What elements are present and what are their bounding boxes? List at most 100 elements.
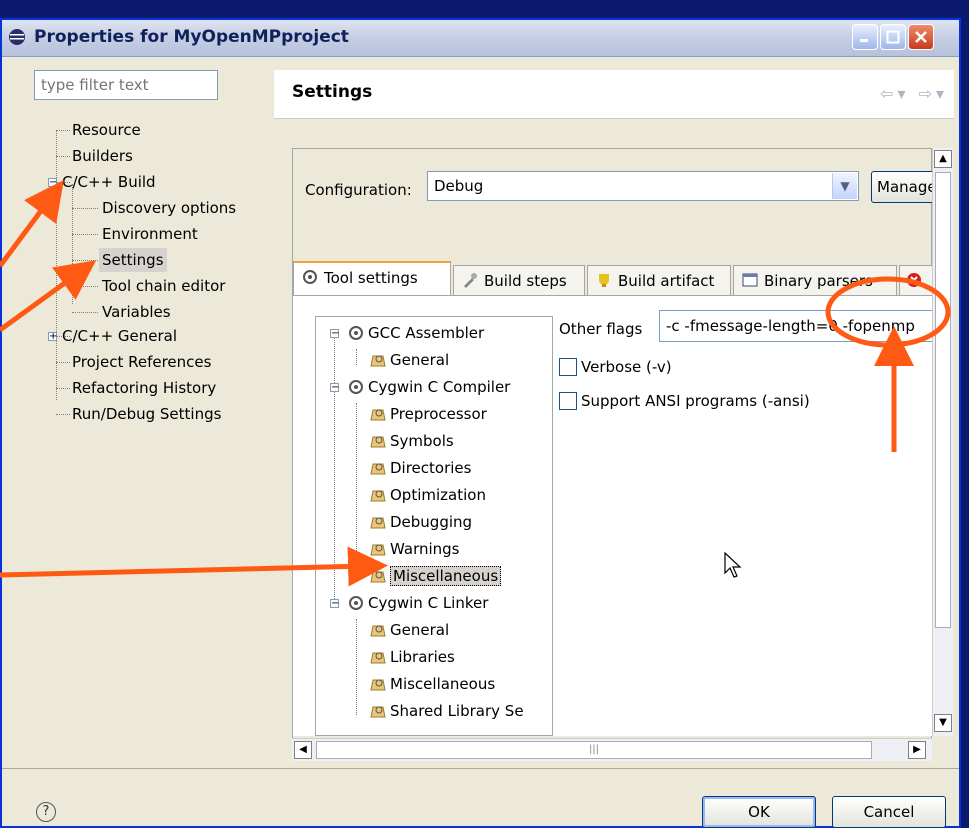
scroll-right-icon[interactable]: ▶ bbox=[908, 741, 926, 759]
tree-item-environment[interactable]: Environment bbox=[102, 222, 198, 246]
close-icon bbox=[915, 31, 927, 43]
tree-item-settings[interactable]: Settings bbox=[99, 248, 167, 272]
option-category-icon bbox=[370, 463, 386, 475]
tool-label: Warnings bbox=[390, 540, 460, 558]
tree-item-builders[interactable]: Builders bbox=[72, 144, 133, 168]
tree-item-variables[interactable]: Variables bbox=[102, 300, 171, 324]
tree-item-label: Settings bbox=[102, 251, 164, 269]
tab-binary-parsers[interactable]: Binary parsers bbox=[733, 265, 897, 295]
expand-icon[interactable]: + bbox=[48, 332, 57, 342]
tree-item-label: C/C++ Build bbox=[62, 173, 156, 191]
other-flags-label: Other flags bbox=[559, 320, 643, 338]
back-arrow-icon[interactable]: ⇦▾ bbox=[880, 84, 909, 103]
tool-optimization[interactable]: Optimization bbox=[370, 483, 486, 507]
tree-item-label: Discovery options bbox=[102, 199, 237, 217]
tool-assembler-general[interactable]: General bbox=[370, 348, 449, 372]
ansi-checkbox[interactable] bbox=[559, 392, 577, 410]
settings-content: Configuration: Debug ▼ Manage Tool setti… bbox=[292, 148, 937, 758]
tool-settings-pane: − − − GCC Assembler General Cygwin C Com… bbox=[293, 295, 935, 736]
tool-preprocessor[interactable]: Preprocessor bbox=[370, 402, 487, 426]
chevron-down-icon[interactable]: ▼ bbox=[832, 173, 857, 199]
tool-directories[interactable]: Directories bbox=[370, 456, 471, 480]
tree-item-label: Resource bbox=[72, 121, 141, 139]
tree-item-refactoring-history[interactable]: Refactoring History bbox=[72, 376, 216, 400]
close-button[interactable] bbox=[908, 24, 934, 50]
tab-error[interactable] bbox=[899, 265, 933, 295]
tab-label: Binary parsers bbox=[764, 272, 873, 290]
verbose-checkbox[interactable] bbox=[559, 358, 577, 376]
nav-arrows: ⇦▾ ⇨▾ bbox=[880, 84, 948, 103]
tree-item-cpp-build[interactable]: C/C++ Build bbox=[62, 170, 156, 194]
scroll-left-icon[interactable]: ◀ bbox=[294, 741, 312, 759]
tree-item-label: Variables bbox=[102, 303, 171, 321]
scroll-down-icon[interactable]: ▼ bbox=[934, 714, 952, 732]
maximize-button[interactable] bbox=[880, 24, 906, 50]
tab-label: Build steps bbox=[484, 272, 567, 290]
tool-label: Symbols bbox=[390, 432, 454, 450]
option-category-icon bbox=[370, 355, 386, 367]
option-category-icon bbox=[370, 490, 386, 502]
tool-cygwin-c-linker[interactable]: Cygwin C Linker bbox=[348, 591, 488, 615]
collapse-icon[interactable]: − bbox=[330, 329, 339, 339]
ansi-option[interactable]: Support ANSI programs (-ansi) bbox=[559, 390, 810, 412]
tool-warnings[interactable]: Warnings bbox=[370, 537, 460, 561]
tab-build-steps[interactable]: Build steps bbox=[453, 265, 585, 295]
tree-item-run-debug-settings[interactable]: Run/Debug Settings bbox=[72, 402, 221, 426]
tab-tool-settings[interactable]: Tool settings bbox=[293, 261, 451, 297]
tree-item-project-references[interactable]: Project References bbox=[72, 350, 211, 374]
scroll-up-icon[interactable]: ▲ bbox=[934, 150, 952, 168]
tool-label: Miscellaneous bbox=[390, 566, 502, 586]
tool-label: Shared Library Se bbox=[390, 702, 524, 720]
tree-item-tool-chain-editor[interactable]: Tool chain editor bbox=[102, 274, 225, 298]
tree-item-label: Tool chain editor bbox=[102, 277, 226, 295]
scroll-thumb[interactable] bbox=[935, 172, 951, 628]
forward-arrow-icon[interactable]: ⇨▾ bbox=[919, 84, 948, 103]
tool-icon bbox=[349, 596, 363, 610]
tool-compiler-miscellaneous[interactable]: Miscellaneous bbox=[370, 564, 502, 588]
horizontal-scrollbar[interactable]: ◀ ||| ▶ bbox=[292, 738, 932, 761]
tool-symbols[interactable]: Symbols bbox=[370, 429, 454, 453]
tool-label: Cygwin C Linker bbox=[368, 594, 489, 612]
tree-item-cpp-general[interactable]: C/C++ General bbox=[62, 324, 177, 348]
tab-build-artifact[interactable]: Build artifact bbox=[587, 265, 731, 295]
tool-gcc-assembler[interactable]: GCC Assembler bbox=[348, 321, 484, 345]
vertical-scrollbar[interactable]: ▲ ▼ bbox=[932, 148, 953, 736]
configuration-select[interactable]: Debug ▼ bbox=[427, 171, 859, 201]
tree-item-discovery-options[interactable]: Discovery options bbox=[102, 196, 236, 220]
tool-settings-icon bbox=[303, 270, 317, 284]
divider bbox=[2, 768, 959, 769]
scroll-thumb[interactable]: ||| bbox=[316, 741, 872, 759]
mouse-cursor-icon bbox=[724, 552, 742, 578]
tree-item-label: Environment bbox=[102, 225, 198, 243]
tool-label: Preprocessor bbox=[390, 405, 487, 423]
tool-libraries[interactable]: Libraries bbox=[370, 645, 455, 669]
tab-label: Build artifact bbox=[618, 272, 715, 290]
filter-input[interactable] bbox=[34, 70, 218, 100]
option-category-icon bbox=[370, 652, 386, 664]
tool-linker-general[interactable]: General bbox=[370, 618, 449, 642]
ok-button[interactable]: OK bbox=[702, 796, 816, 828]
window-title: Properties for MyOpenMPproject bbox=[34, 27, 349, 47]
option-category-icon bbox=[370, 517, 386, 529]
tool-cygwin-c-compiler[interactable]: Cygwin C Compiler bbox=[348, 375, 510, 399]
tool-linker-miscellaneous[interactable]: Miscellaneous bbox=[370, 672, 495, 696]
tool-label: Miscellaneous bbox=[390, 675, 496, 693]
minimize-button[interactable] bbox=[852, 24, 878, 50]
collapse-icon[interactable]: − bbox=[48, 178, 57, 188]
cancel-button[interactable]: Cancel bbox=[832, 796, 946, 828]
collapse-icon[interactable]: − bbox=[330, 599, 339, 609]
other-flags-input[interactable]: -c -fmessage-length=0 -fopenmp bbox=[659, 310, 935, 342]
tool-icon bbox=[349, 380, 363, 394]
tool-debugging[interactable]: Debugging bbox=[370, 510, 472, 534]
option-category-icon bbox=[370, 571, 386, 583]
minimize-icon bbox=[860, 39, 868, 42]
collapse-icon[interactable]: − bbox=[330, 383, 339, 393]
tool-label: Debugging bbox=[390, 513, 473, 531]
option-category-icon bbox=[370, 625, 386, 637]
manage-button[interactable]: Manage bbox=[871, 171, 937, 203]
error-icon bbox=[907, 273, 921, 287]
tree-item-resource[interactable]: Resource bbox=[72, 118, 141, 142]
tool-shared-library-settings[interactable]: Shared Library Se bbox=[370, 699, 524, 723]
verbose-option[interactable]: Verbose (-v) bbox=[559, 356, 672, 378]
help-icon[interactable]: ? bbox=[36, 802, 56, 822]
